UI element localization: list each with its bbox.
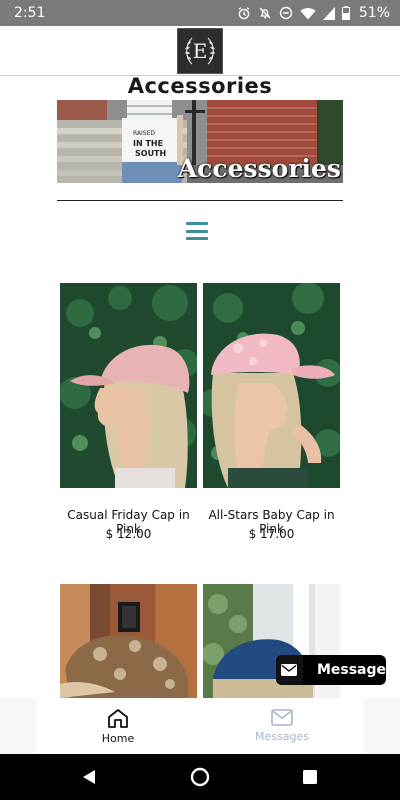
page-title: Accessories (127, 74, 273, 98)
signal-icon (322, 6, 335, 20)
tab-home-label: Home (101, 731, 135, 745)
back-button[interactable] (76, 764, 102, 790)
logo-letter: E (192, 39, 208, 63)
banner-text: Accessories (177, 154, 341, 183)
bottom-tab-bar: Home Messages (0, 698, 400, 754)
store-logo[interactable]: E (177, 28, 223, 74)
menu-hamburger-button[interactable] (184, 220, 210, 242)
shirt-text-2: IN THE (133, 139, 163, 148)
battery-percent: 51% (358, 5, 390, 21)
mail-icon (271, 709, 293, 726)
category-banner: RAISED IN THE SOUTH Accessories (57, 100, 343, 183)
back-triangle-icon (83, 770, 95, 784)
shirt-text-1: RAISED (133, 130, 155, 137)
message-icon-wrap (276, 655, 303, 685)
product-price: $ 12.00 (105, 527, 152, 541)
section-divider (57, 200, 343, 201)
notifications-off-icon (259, 7, 271, 19)
app-screen: 2:51 51% E Accessories RAISED IN THE SOU… (0, 0, 400, 800)
home-icon (108, 708, 128, 728)
product-price: $ 17.00 (248, 527, 295, 541)
recents-button[interactable] (297, 764, 323, 790)
message-button-label: Message (316, 662, 386, 678)
product-card[interactable]: Casual Friday Cap in Pink $ 12.00 (60, 283, 197, 543)
product-card[interactable] (60, 584, 197, 698)
status-icons: 51% (237, 5, 390, 21)
hamburger-line (186, 237, 208, 240)
do-not-disturb-icon (279, 6, 293, 20)
home-circle-icon (190, 767, 210, 787)
product-photo (60, 584, 197, 698)
battery-icon (341, 6, 350, 20)
mail-icon (281, 664, 298, 676)
product-card[interactable]: All-Stars Baby Cap in Pink $ 17.00 (203, 283, 340, 543)
message-button[interactable]: Message (276, 655, 386, 685)
system-nav-bar (0, 754, 400, 800)
status-time: 2:51 (14, 5, 46, 21)
recents-square-icon (303, 770, 317, 784)
alarm-icon (238, 7, 250, 20)
hamburger-line (186, 222, 208, 225)
tab-home[interactable]: Home (36, 698, 200, 754)
product-image[interactable] (203, 283, 340, 488)
product-photo (60, 283, 197, 488)
product-image[interactable] (60, 584, 197, 698)
tab-bar-inner: Home Messages (36, 698, 364, 754)
product-image[interactable] (60, 283, 197, 488)
tab-messages-label: Messages (255, 730, 309, 743)
wifi-icon (300, 7, 316, 20)
hamburger-line (186, 229, 208, 233)
shirt-text-3: SOUTH (135, 149, 166, 158)
tab-messages[interactable]: Messages (200, 698, 364, 754)
app-header: E (0, 26, 400, 76)
home-nav-button[interactable] (187, 764, 213, 790)
status-bar: 2:51 51% (0, 0, 400, 26)
product-photo (203, 283, 340, 488)
